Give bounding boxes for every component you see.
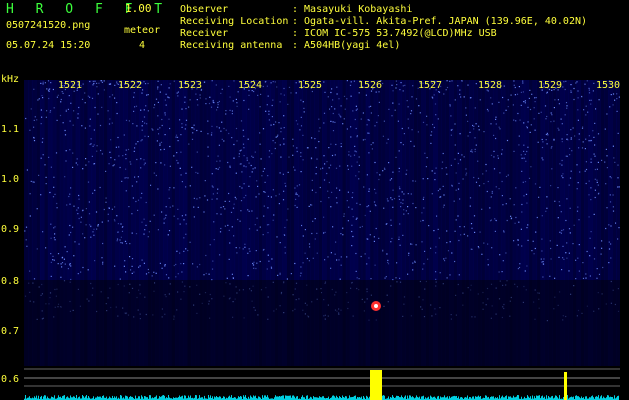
y-tick-label: 0.7 bbox=[1, 326, 20, 337]
x-tick-label: 1527 bbox=[418, 80, 443, 91]
x-tick-label: 1528 bbox=[478, 80, 503, 91]
x-tick-label: 1526 bbox=[358, 80, 383, 91]
y-tick-label: 1.1 bbox=[1, 124, 20, 135]
y-unit-label: kHz bbox=[1, 74, 20, 85]
x-tick-label: 1521 bbox=[58, 80, 83, 91]
hroft-window: H R O F F T 1.00 0507241520.png meteor 0… bbox=[0, 0, 629, 400]
x-tick-label: 1525 bbox=[298, 80, 323, 91]
frequency-axis: kHz 1.1 1.0 0.9 0.8 0.7 0.6 bbox=[0, 0, 24, 400]
y-tick-label: 0.9 bbox=[1, 224, 20, 235]
time-axis: 1521 1522 1523 1524 1525 1526 1527 1528 … bbox=[0, 0, 629, 100]
spectrogram-image bbox=[24, 80, 620, 366]
y-tick-label: 1.0 bbox=[1, 174, 20, 185]
spectrogram-plot bbox=[24, 80, 620, 366]
signal-level-strip bbox=[24, 368, 620, 400]
x-tick-label: 1529 bbox=[538, 80, 563, 91]
y-tick-label: 0.8 bbox=[1, 276, 20, 287]
x-tick-label: 1530 bbox=[596, 80, 621, 91]
x-tick-label: 1524 bbox=[238, 80, 263, 91]
x-tick-label: 1522 bbox=[118, 80, 143, 91]
x-tick-label: 1523 bbox=[178, 80, 203, 91]
